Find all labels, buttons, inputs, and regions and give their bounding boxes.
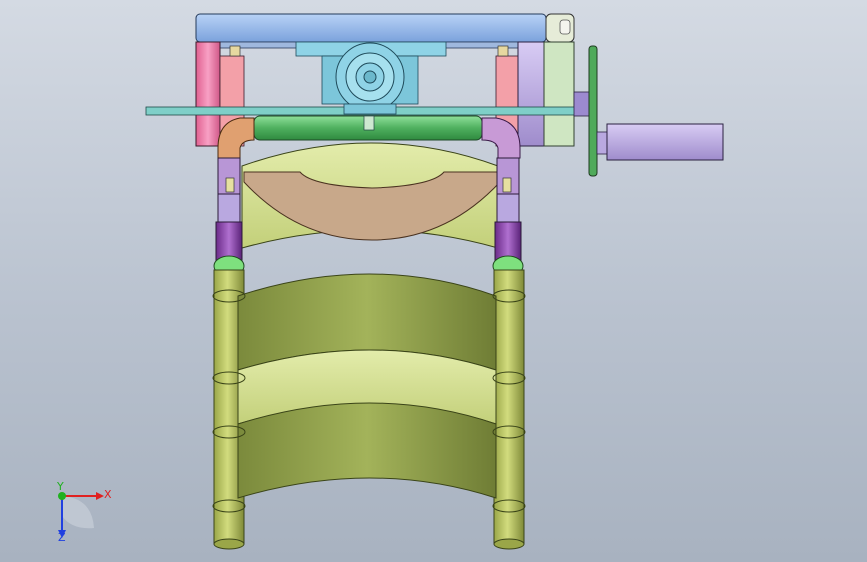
right-post[interactable]: [493, 269, 525, 550]
motor-housing[interactable]: [295, 41, 447, 115]
crossbar-tube[interactable]: [253, 115, 483, 141]
right-clamp-arm[interactable]: [492, 157, 524, 277]
lower-shell-2[interactable]: [237, 402, 497, 499]
cad-viewport[interactable]: X Y Z: [0, 0, 867, 562]
cad-model-view[interactable]: [0, 0, 867, 562]
left-clamp-arm[interactable]: [213, 157, 245, 277]
mounting-flange: [588, 45, 598, 177]
side-actuator[interactable]: [573, 45, 724, 177]
top-rail[interactable]: [195, 13, 575, 43]
